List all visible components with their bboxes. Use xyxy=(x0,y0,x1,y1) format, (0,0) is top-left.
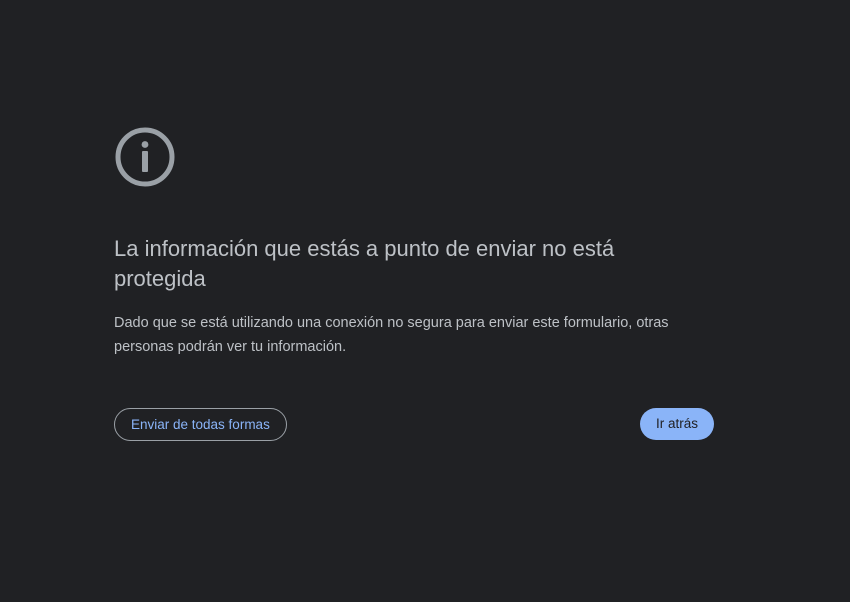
page-description: Dado que se está utilizando una conexión… xyxy=(114,315,669,355)
info-icon xyxy=(115,127,175,187)
interstitial-content: La información que estás a punto de envi… xyxy=(114,126,714,359)
action-bar: Enviar de todas formas Ir atrás xyxy=(114,408,714,442)
page-title: La información que estás a punto de envi… xyxy=(114,236,615,291)
send-anyway-button[interactable]: Enviar de todas formas xyxy=(114,408,287,441)
go-back-button[interactable]: Ir atrás xyxy=(639,408,714,440)
